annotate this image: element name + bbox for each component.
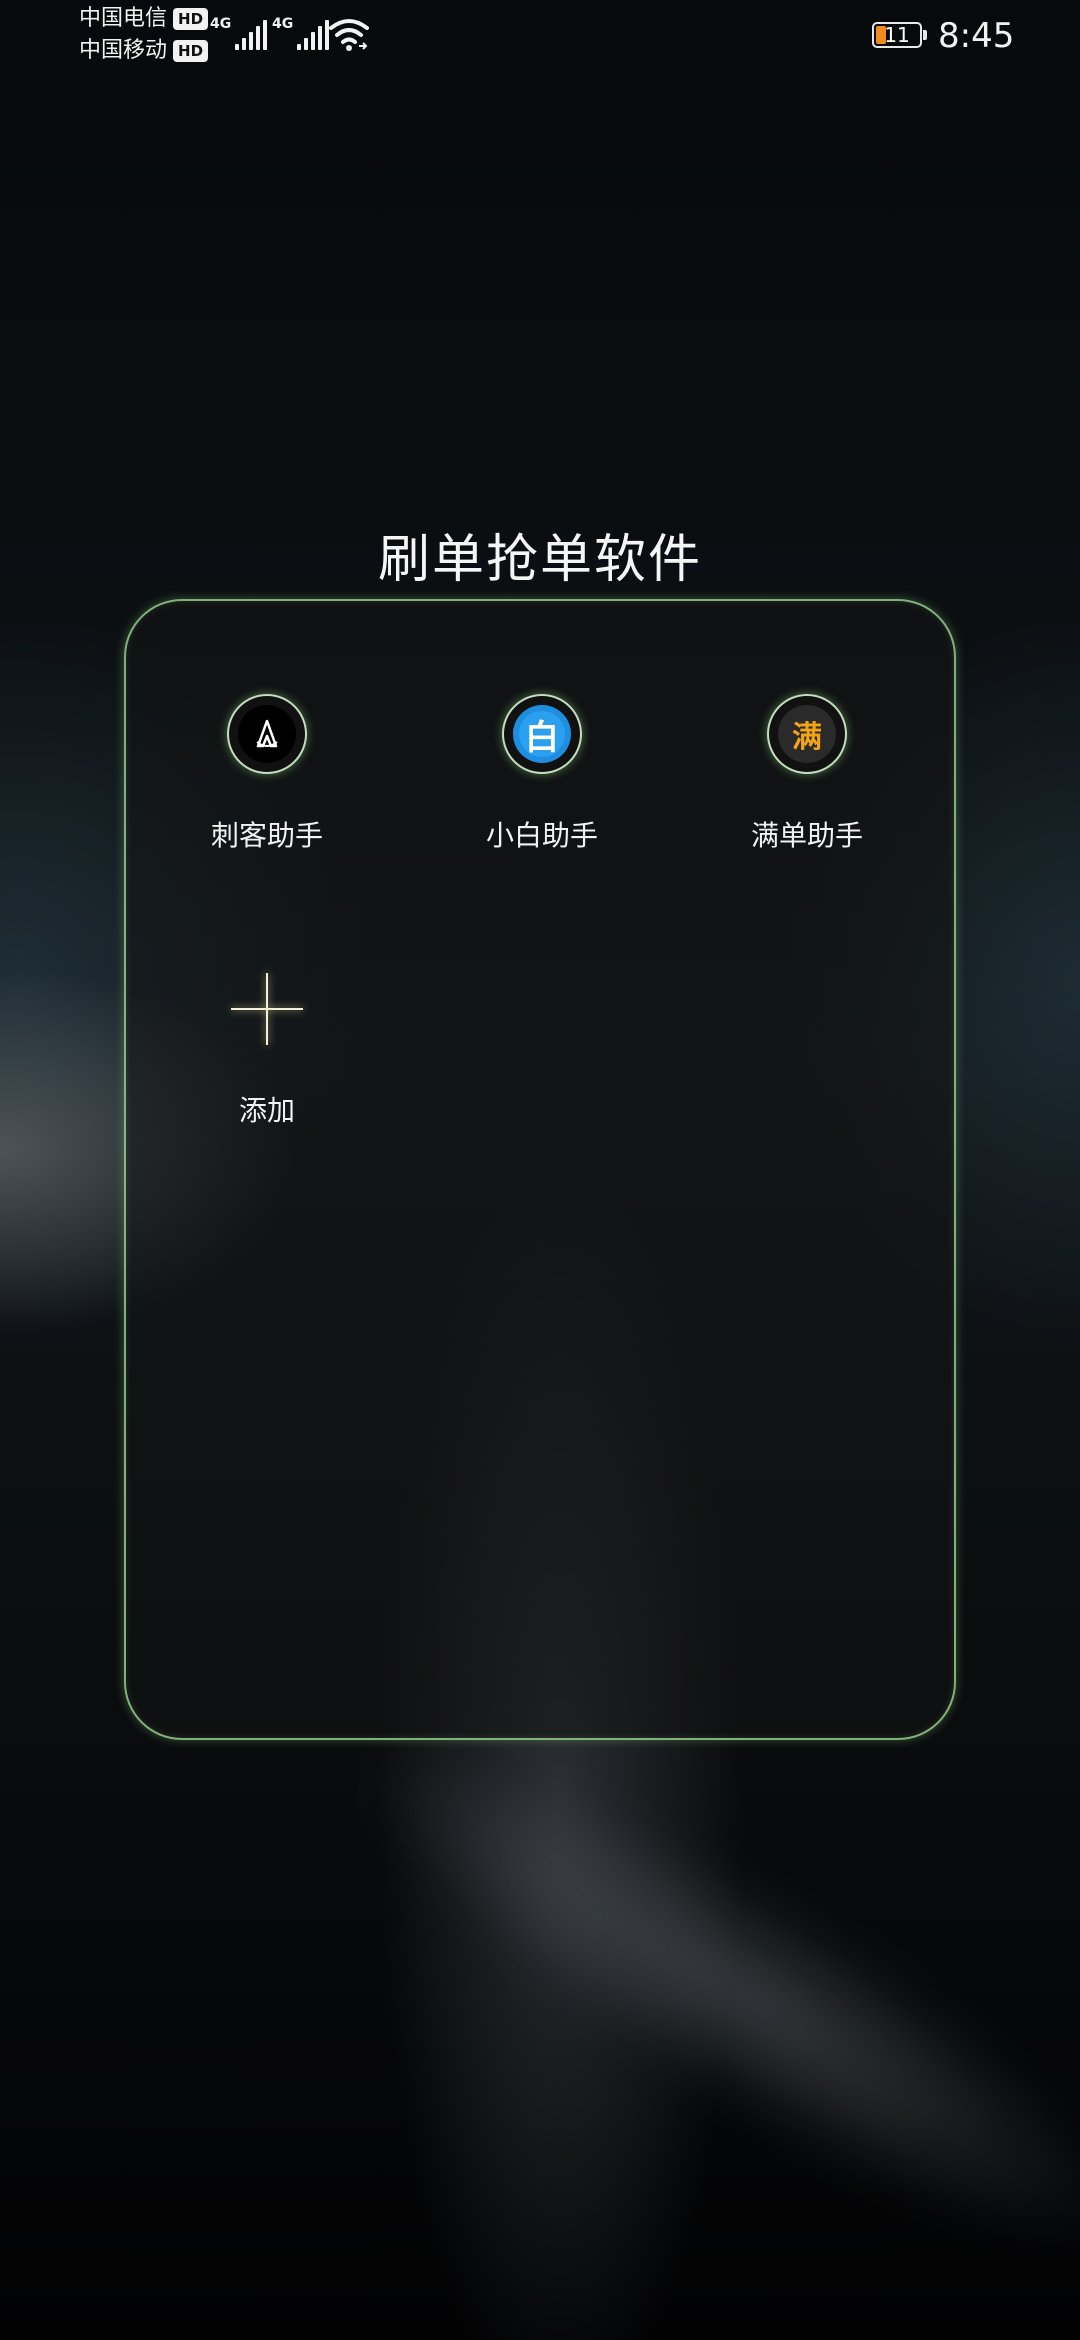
- signal-group-2: 4G: [272, 16, 330, 50]
- app-mandan-zhushou[interactable]: 满 满单助手: [672, 694, 942, 856]
- wallpaper-light-streak: [304, 1665, 1080, 2321]
- wifi-icon: [328, 16, 370, 56]
- xiaobai-logo-icon[interactable]: 白: [502, 694, 582, 774]
- hd-badge-2: HD: [173, 40, 209, 62]
- app-label-xiaobai: 小白助手: [485, 819, 598, 852]
- carrier-line-1: 中国电信 HD: [79, 4, 209, 34]
- mandan-glyph: 满: [792, 720, 822, 755]
- folder-title[interactable]: 刷单抢单软件: [0, 522, 1080, 598]
- folder-panel: 刺客助手 白 小白助手 满 满单助手 添加: [124, 599, 956, 1740]
- carrier-name-2: 中国移动: [79, 38, 168, 63]
- carrier-line-2: 中国移动 HD: [79, 36, 209, 66]
- carrier-name-1: 中国电信: [79, 6, 168, 31]
- home-screen: 中国电信 HD 中国移动 HD 4G 4G 11 8:45 刷单抢单软件 刺客助…: [0, 0, 1080, 2340]
- app-cike-zhushou[interactable]: 刺客助手: [132, 694, 402, 856]
- app-label-mandan: 满单助手: [750, 819, 863, 852]
- battery-level: 11: [884, 23, 910, 47]
- hd-badge-1: HD: [173, 8, 209, 30]
- plus-icon[interactable]: [227, 969, 307, 1049]
- status-bar: 中国电信 HD 中国移动 HD 4G 4G 11 8:45: [0, 0, 1080, 72]
- network-type-1: 4G: [210, 16, 232, 32]
- network-type-2: 4G: [272, 16, 294, 32]
- add-app-button[interactable]: 添加: [132, 969, 402, 1131]
- status-time: 8:45: [938, 16, 1015, 56]
- carrier-block: 中国电信 HD 中国移动 HD: [79, 4, 209, 66]
- assassin-logo-icon[interactable]: [227, 694, 307, 774]
- mandan-logo-icon[interactable]: 满: [767, 694, 847, 774]
- add-label: 添加: [238, 1094, 295, 1127]
- app-xiaobai-zhushou[interactable]: 白 小白助手: [407, 694, 677, 856]
- signal-bars-2-icon: [297, 16, 330, 50]
- app-label-cike: 刺客助手: [210, 819, 323, 852]
- signal-group-1: 4G: [210, 16, 268, 50]
- signal-bars-1-icon: [235, 16, 268, 50]
- battery-icon: 11: [872, 22, 927, 48]
- xiaobai-glyph: 白: [519, 711, 565, 758]
